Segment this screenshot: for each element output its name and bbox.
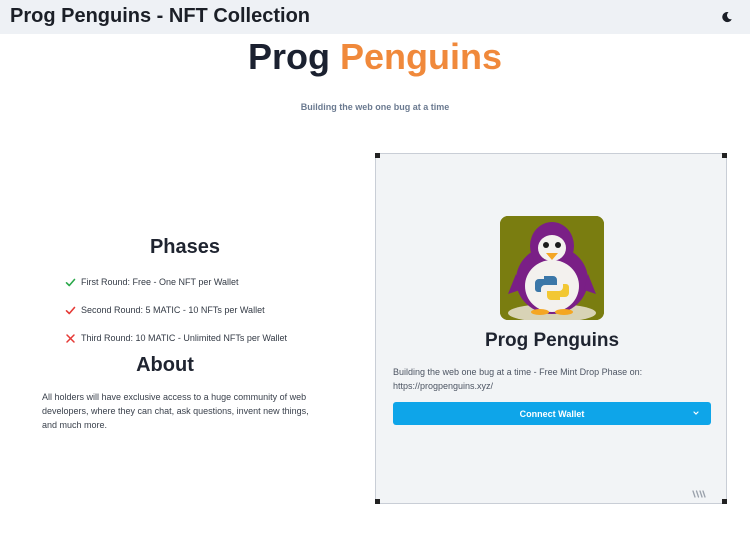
hero-subtitle: Building the web one bug at a time	[300, 102, 450, 112]
about-text: All holders will have exclusive access t…	[42, 392, 309, 430]
check-icon	[64, 304, 76, 316]
phase-item-third: Third Round: 10 MATIC - Unlimited NFTs p…	[64, 332, 287, 344]
phase-label: Second Round: 5 MATIC - 10 NFTs per Wall…	[81, 305, 265, 315]
connect-wallet-button[interactable]: Connect Wallet	[393, 402, 711, 425]
card-corner	[375, 153, 380, 158]
penguin-python-logo	[500, 216, 604, 320]
card-description: Building the web one bug at a time - Fre…	[393, 367, 643, 391]
card-title: Prog Penguins	[484, 330, 620, 351]
hero-title: Prog Penguins	[0, 36, 750, 78]
card-corner	[722, 499, 727, 504]
moon-icon[interactable]	[718, 8, 736, 26]
hero-section: Prog Penguins Building the web one bug a…	[0, 34, 750, 112]
phases-heading: Phases	[149, 236, 221, 258]
info-column: Phases First Round: Free - One NFT per W…	[40, 236, 330, 430]
phase-label: Third Round: 10 MATIC - Unlimited NFTs p…	[81, 333, 288, 343]
mint-card: Prog Penguins Building the web one bug a…	[375, 153, 727, 504]
page-header-title: Prog Penguins - NFT Collection	[10, 5, 310, 27]
card-corner	[722, 153, 727, 158]
phase-label: First Round: Free - One NFT per Wallet	[81, 277, 239, 287]
thirdweb-icon[interactable]	[692, 485, 706, 498]
hero-title-prog: Prog	[247, 36, 330, 77]
chevron-down-icon	[691, 408, 701, 418]
connect-wallet-label: Connect Wallet	[519, 408, 585, 419]
phase-item-second: Second Round: 5 MATIC - 10 NFTs per Wall…	[64, 304, 265, 316]
top-bar: Prog Penguins - NFT Collection	[0, 0, 750, 34]
card-corner	[375, 499, 380, 504]
about-heading: About	[136, 354, 194, 376]
cross-icon	[64, 332, 76, 344]
phase-item-first: First Round: Free - One NFT per Wallet	[64, 276, 239, 288]
check-icon	[64, 276, 76, 288]
hero-title-penguins: Penguins	[340, 36, 503, 77]
